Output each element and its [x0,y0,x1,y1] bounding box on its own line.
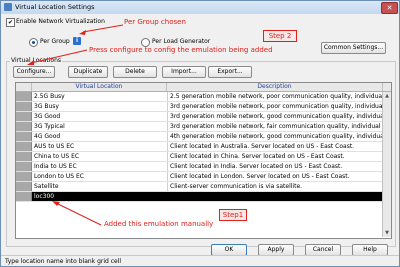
annotation-step1: Step1 [219,209,247,221]
virtual-location-settings-window: Virtual Location Settings ✕ ✔ Enable Net… [0,0,400,267]
annotation-step2: Step 2 [263,30,297,42]
annotation-added-manually: Added this emulation manually [104,220,214,228]
annotation-per-group-chosen: Per Group chosen [124,18,186,26]
annotation-configure-hint: Press configure to config the emulation … [89,46,273,54]
